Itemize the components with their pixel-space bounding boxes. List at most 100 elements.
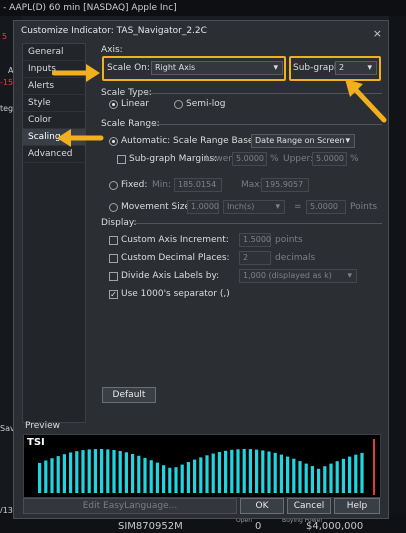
axis-section-label: Axis:: [101, 45, 123, 55]
preview-bar: [124, 452, 128, 493]
preview-bar: [224, 450, 228, 493]
display-section-label: Display:: [101, 218, 137, 228]
help-button[interactable]: Help: [334, 498, 380, 514]
preview-bar: [279, 454, 283, 493]
preview-bar: [310, 466, 314, 493]
preview-bar: [292, 458, 296, 493]
points-label: Points: [350, 202, 378, 212]
preview-bar: [193, 459, 197, 493]
separator-label: Use 1000's separator (,): [121, 289, 230, 299]
background-window-title: - AAPL(D) 60 min [NASDAQ] Apple Inc]: [0, 0, 406, 16]
divide-labels-checkbox[interactable]: [109, 272, 118, 281]
semilog-radio[interactable]: [174, 100, 183, 109]
preview-bar: [286, 456, 290, 493]
movement-size-input[interactable]: 1.0000: [187, 200, 219, 214]
fixed-label: Fixed:: [121, 180, 148, 190]
automatic-radio[interactable]: [109, 137, 118, 146]
preview-bar: [69, 452, 73, 493]
preview-bar: [168, 467, 172, 493]
preview-bar: [217, 452, 221, 493]
preview-bar: [248, 449, 252, 493]
subgraph-margins-checkbox[interactable]: [117, 155, 126, 164]
preview-bar: [242, 449, 246, 493]
annotation-arrow-scale-on: [52, 64, 100, 82]
preview-bar: [360, 452, 364, 493]
preview-bar: [261, 450, 265, 493]
close-icon[interactable]: ×: [373, 24, 382, 44]
preview-bar: [348, 456, 352, 493]
preview-bar: [255, 449, 259, 493]
preview-bar: [75, 451, 79, 493]
custom-decimals-label: Custom Decimal Places:: [121, 253, 230, 263]
lower-margin-input[interactable]: 5.0000: [232, 152, 267, 166]
preview-bar: [230, 449, 234, 493]
dialog-title: Customize Indicator: TAS_Navigator_2.2C: [21, 26, 207, 36]
buying-power-value: $4,000,000: [306, 521, 364, 532]
preview-bar: [317, 468, 321, 493]
increment-input[interactable]: 1.5000: [239, 233, 271, 247]
preview-bar: [112, 450, 116, 493]
preview-bar: [335, 461, 339, 493]
preview-bar: [323, 466, 327, 493]
preview-bar: [354, 454, 358, 493]
lower-label: Lower:: [205, 154, 235, 164]
preview-bar: [44, 460, 48, 493]
decimals-input[interactable]: 2: [239, 251, 271, 265]
preview-bar: [341, 458, 345, 493]
open-value: 0: [255, 521, 262, 532]
custom-increment-checkbox[interactable]: [109, 236, 118, 245]
nav-item-general[interactable]: General: [23, 44, 85, 61]
preview-bar: [118, 451, 122, 493]
preview-bar: [162, 465, 166, 493]
scale-on-highlight: [102, 56, 286, 81]
preview-bar: [38, 462, 42, 493]
custom-decimals-checkbox[interactable]: [109, 254, 118, 263]
lower-pct: %: [270, 154, 279, 164]
custom-increment-label: Custom Axis Increment:: [121, 235, 229, 245]
separator-checkbox[interactable]: ✓: [109, 290, 118, 299]
default-button[interactable]: Default: [102, 387, 156, 403]
dialog-titlebar[interactable]: Customize Indicator: TAS_Navigator_2.2C …: [14, 21, 388, 41]
preview-bar: [211, 453, 215, 493]
background-fragment: 5: [2, 32, 8, 41]
background-fragment: -15: [0, 78, 14, 87]
movement-size-radio[interactable]: [109, 203, 118, 212]
ok-button[interactable]: OK: [240, 498, 284, 514]
edit-easylanguage-button[interactable]: Edit EasyLanguage...: [23, 498, 237, 514]
preview-bar: [56, 456, 60, 493]
preview-bar: [267, 451, 271, 493]
min-input[interactable]: 185.0154: [174, 178, 222, 192]
equals-sign: =: [294, 202, 302, 212]
preview-bar: [106, 449, 110, 493]
max-label: Max:: [241, 180, 263, 190]
decimals-unit: decimals: [275, 253, 316, 263]
divide-labels-select[interactable]: 1,000 (displayed as k): [239, 269, 357, 283]
preview-bar: [87, 449, 91, 493]
account-id: SIM870952M: [118, 521, 183, 532]
preview-bar: [236, 449, 240, 493]
preview-bar: [205, 455, 209, 493]
fixed-radio[interactable]: [109, 181, 118, 190]
preview-panel: TSI: [23, 434, 381, 498]
points-input[interactable]: 5.0000: [306, 200, 346, 214]
background-right-panel: [389, 16, 406, 533]
nav-item-style[interactable]: Style: [23, 95, 85, 112]
upper-pct: %: [350, 154, 359, 164]
preview-bar: [93, 449, 97, 493]
upper-margin-input[interactable]: 5.0000: [312, 152, 347, 166]
movement-unit-select[interactable]: Inch(s): [223, 200, 285, 214]
subgraph-margins-label: Sub-graph Margins:: [129, 154, 218, 164]
max-input[interactable]: 195.9057: [261, 178, 309, 192]
background-fragment: teg: [0, 104, 14, 113]
scale-range-based-on-select[interactable]: Date Range on Screen: [251, 134, 355, 148]
cancel-button[interactable]: Cancel: [287, 498, 331, 514]
movement-size-label: Movement Size:: [121, 202, 194, 212]
preview-bar: [62, 454, 66, 493]
preview-bar: [143, 457, 147, 493]
preview-bar: [50, 458, 54, 493]
divide-labels-label: Divide Axis Labels by:: [121, 271, 220, 281]
linear-radio[interactable]: [109, 100, 118, 109]
preview-label: Preview: [25, 421, 61, 431]
divider: [134, 223, 382, 224]
linear-label: Linear: [121, 99, 149, 109]
